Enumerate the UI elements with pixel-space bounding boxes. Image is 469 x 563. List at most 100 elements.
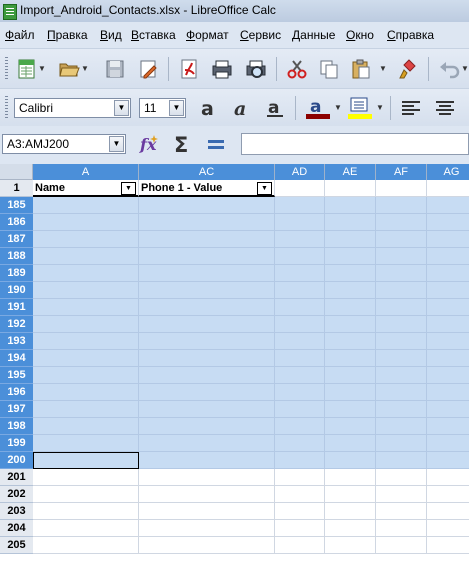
table-cell[interactable] — [325, 299, 376, 316]
row-header[interactable]: 187 — [0, 231, 33, 248]
table-cell[interactable] — [427, 316, 469, 333]
table-cell[interactable] — [33, 384, 139, 401]
chevron-down-icon[interactable]: ▼ — [109, 136, 124, 152]
table-cell[interactable] — [427, 282, 469, 299]
open-dropdown-arrow[interactable]: ▼ — [81, 58, 89, 80]
column-header-af[interactable]: AF — [376, 164, 427, 180]
table-cell[interactable] — [325, 214, 376, 231]
column-header-a[interactable]: A — [33, 164, 139, 180]
font-color-dropdown-arrow[interactable]: ▼ — [334, 97, 342, 119]
table-cell[interactable] — [139, 452, 275, 469]
table-cell[interactable] — [325, 197, 376, 214]
table-cell[interactable] — [33, 282, 139, 299]
table-cell[interactable] — [275, 333, 325, 350]
table-cell[interactable] — [376, 299, 427, 316]
table-cell[interactable] — [325, 282, 376, 299]
row-header[interactable]: 192 — [0, 316, 33, 333]
font-name-combo[interactable]: Calibri ▼ — [14, 98, 131, 118]
table-cell[interactable] — [427, 469, 469, 486]
table-cell[interactable] — [376, 197, 427, 214]
menu-edit[interactable]: Правка — [47, 28, 88, 42]
table-cell[interactable] — [376, 265, 427, 282]
menu-file[interactable]: Файл — [5, 28, 35, 42]
row-header[interactable]: 194 — [0, 350, 33, 367]
table-cell[interactable] — [325, 350, 376, 367]
table-cell[interactable] — [325, 469, 376, 486]
table-cell[interactable] — [427, 537, 469, 554]
table-cell[interactable] — [139, 469, 275, 486]
table-cell[interactable] — [427, 503, 469, 520]
new-spreadsheet-icon[interactable] — [16, 58, 38, 80]
table-cell[interactable] — [427, 520, 469, 537]
table-cell[interactable] — [33, 214, 139, 231]
column-header-ac[interactable]: AC — [139, 164, 275, 180]
italic-icon[interactable]: a — [231, 97, 253, 120]
underline-icon[interactable]: a — [264, 97, 286, 119]
table-cell[interactable] — [376, 503, 427, 520]
undo-icon[interactable] — [438, 58, 460, 80]
row-header[interactable]: 193 — [0, 333, 33, 350]
table-cell[interactable] — [325, 435, 376, 452]
highlight-dropdown-arrow[interactable]: ▼ — [376, 97, 384, 119]
table-cell[interactable] — [376, 248, 427, 265]
function-wizard-icon[interactable]: fx — [139, 133, 161, 155]
table-cell[interactable] — [275, 197, 325, 214]
table-cell[interactable] — [376, 469, 427, 486]
table-cell[interactable] — [139, 537, 275, 554]
table-cell[interactable] — [275, 418, 325, 435]
row-header[interactable]: 188 — [0, 248, 33, 265]
table-cell[interactable] — [427, 333, 469, 350]
copy-icon[interactable] — [318, 58, 340, 80]
table-cell[interactable] — [376, 180, 427, 197]
table-cell[interactable] — [139, 486, 275, 503]
open-folder-icon[interactable] — [58, 58, 80, 80]
table-cell[interactable] — [33, 248, 139, 265]
table-cell[interactable] — [33, 401, 139, 418]
table-cell[interactable] — [275, 316, 325, 333]
table-cell[interactable] — [275, 367, 325, 384]
select-all-corner[interactable] — [0, 164, 33, 180]
new-dropdown-arrow[interactable]: ▼ — [38, 58, 46, 80]
table-cell[interactable] — [427, 248, 469, 265]
table-cell[interactable] — [325, 520, 376, 537]
table-cell[interactable] — [139, 248, 275, 265]
table-cell[interactable] — [376, 435, 427, 452]
row-header[interactable]: 195 — [0, 367, 33, 384]
menu-window[interactable]: Окно — [346, 28, 374, 42]
table-cell[interactable] — [427, 418, 469, 435]
table-cell[interactable] — [139, 384, 275, 401]
table-cell[interactable] — [325, 248, 376, 265]
column-header-ag[interactable]: AG — [427, 164, 469, 180]
table-cell[interactable] — [427, 214, 469, 231]
toolbar-grip[interactable] — [5, 57, 8, 81]
row-header[interactable]: 200 — [0, 452, 33, 469]
menu-help[interactable]: Справка — [387, 28, 434, 42]
table-cell[interactable] — [376, 350, 427, 367]
table-cell[interactable] — [33, 537, 139, 554]
table-cell[interactable] — [33, 367, 139, 384]
formula-equals-icon[interactable] — [205, 133, 227, 155]
row-header[interactable]: 191 — [0, 299, 33, 316]
table-cell[interactable] — [275, 401, 325, 418]
table-cell[interactable] — [275, 248, 325, 265]
table-cell[interactable] — [139, 418, 275, 435]
align-left-icon[interactable] — [400, 97, 422, 119]
menu-view[interactable]: Вид — [100, 28, 122, 42]
bold-icon[interactable]: a — [198, 97, 220, 120]
table-cell[interactable] — [376, 486, 427, 503]
table-cell[interactable] — [325, 333, 376, 350]
row-header[interactable]: 201 — [0, 469, 33, 486]
table-cell[interactable] — [325, 452, 376, 469]
table-cell[interactable] — [376, 316, 427, 333]
chevron-down-icon[interactable]: ▼ — [169, 100, 184, 116]
table-cell[interactable] — [275, 452, 325, 469]
table-cell[interactable] — [139, 350, 275, 367]
name-box[interactable]: A3:AMJ200 ▼ — [2, 134, 126, 154]
table-cell[interactable] — [427, 197, 469, 214]
clone-format-icon[interactable] — [397, 58, 419, 80]
table-cell[interactable] — [139, 231, 275, 248]
table-cell[interactable] — [139, 214, 275, 231]
table-cell[interactable] — [376, 537, 427, 554]
table-cell[interactable] — [427, 384, 469, 401]
table-cell[interactable] — [376, 384, 427, 401]
